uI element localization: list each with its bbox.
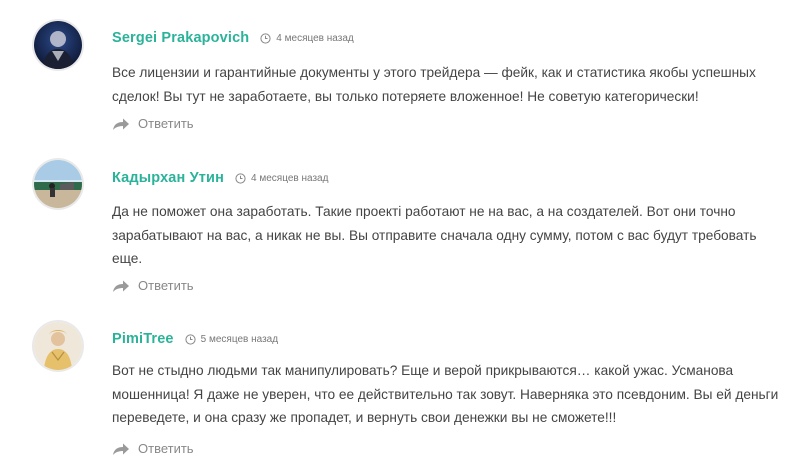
reply-button[interactable]: Ответить: [112, 441, 194, 456]
comment-text-paragraph: Вот не стыдно людьми так манипулировать?…: [112, 363, 779, 425]
comment-text-paragraph: Да не поможет она заработать. Такие прое…: [112, 204, 757, 266]
comment-author[interactable]: Кадырхан Утин: [112, 170, 224, 186]
comment-time: 4 месяцев назад: [235, 173, 328, 184]
reply-label: Ответить: [138, 278, 194, 293]
comment-time-label: 5 месяцев назад: [200, 333, 279, 345]
clock-icon: [260, 32, 271, 44]
reply-label: Ответить: [138, 441, 194, 456]
comment-time-label: 4 месяцев назад: [276, 32, 354, 44]
comment-text: Вот не стыдно людьми так манипулировать?…: [112, 359, 782, 430]
clock-icon: [185, 333, 196, 345]
comment: Кадырхан Утин 4 месяцев назад Да не помо…: [0, 150, 793, 310]
reply-arrow-icon: [112, 279, 130, 293]
reply-button[interactable]: Ответить: [112, 116, 194, 131]
comment: Sergei Prakapovich 4 месяцев назад Все л…: [0, 0, 793, 150]
comment-text-paragraph: Все лицензии и гарантийные документы у э…: [112, 65, 756, 104]
clock-icon: [235, 172, 246, 184]
comment-meta: PimiTree 5 месяцев назад: [112, 329, 278, 349]
user-avatar-icon: [34, 160, 82, 208]
comment: PimiTree 5 месяцев назад Вот не стыдно л…: [0, 310, 793, 475]
user-avatar-icon: [34, 322, 82, 370]
user-avatar-icon: [34, 21, 82, 69]
comment-time: 4 месяцев назад: [260, 32, 354, 44]
avatar[interactable]: [34, 160, 82, 208]
reply-label: Ответить: [138, 116, 194, 131]
comment-time-label: 4 месяцев назад: [251, 172, 329, 184]
avatar[interactable]: [34, 21, 82, 69]
avatar[interactable]: [34, 322, 82, 370]
comment-author[interactable]: PimiTree: [112, 331, 174, 347]
comment-time: 5 месяцев назад: [185, 334, 278, 345]
comment-text: Все лицензии и гарантийные документы у э…: [112, 61, 782, 108]
comment-meta: Кадырхан Утин 4 месяцев назад: [112, 168, 328, 188]
reply-arrow-icon: [112, 117, 130, 131]
comment-meta: Sergei Prakapovich 4 месяцев назад: [112, 28, 354, 48]
reply-button[interactable]: Ответить: [112, 278, 194, 293]
reply-arrow-icon: [112, 442, 130, 456]
comment-text: Да не поможет она заработать. Такие прое…: [112, 200, 782, 271]
comment-author[interactable]: Sergei Prakapovich: [112, 30, 249, 46]
